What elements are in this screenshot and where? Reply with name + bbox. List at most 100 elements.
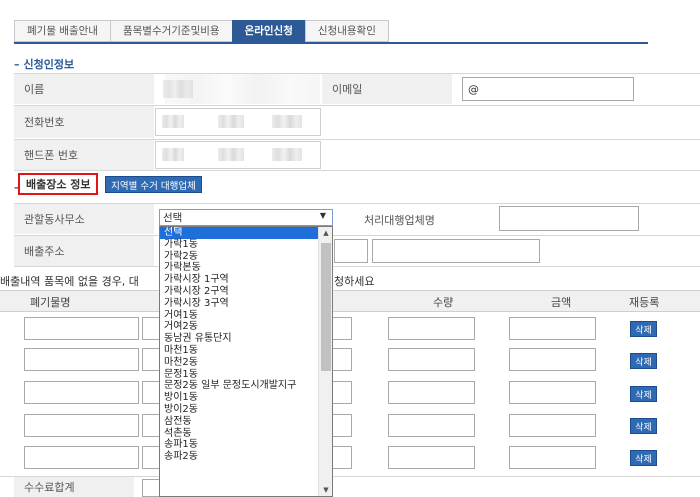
- dropdown-option[interactable]: 가락본동: [160, 262, 332, 274]
- items-notice-right: 청하세요: [334, 275, 375, 288]
- dropdown-option[interactable]: 문정2동 일부 문정도시개발지구: [160, 380, 332, 392]
- dropdown-option[interactable]: 마천1동: [160, 345, 332, 357]
- col-quantity: 수량: [433, 296, 454, 309]
- office-select-value: 선택: [163, 212, 183, 224]
- quantity-field[interactable]: [388, 446, 475, 469]
- email-label: 이메일: [332, 83, 363, 96]
- dropdown-option[interactable]: 석촌동: [160, 428, 332, 440]
- dropdown-option[interactable]: 송파2동: [160, 451, 332, 463]
- phone-redacted-1: [162, 115, 184, 128]
- waste-name-field[interactable]: [24, 317, 139, 340]
- office-dropdown-list[interactable]: 선택 가락1동 가락2동 가락본동 가락시장 1구역 가락시장 2구역 가락시장 3구역 거여…: [159, 226, 333, 497]
- address-field[interactable]: [372, 239, 540, 263]
- col-reregister: 재등록: [629, 296, 660, 309]
- address-label-cell: 배출주소: [14, 236, 154, 266]
- amount-field[interactable]: [509, 381, 596, 404]
- tab-underline: [14, 42, 648, 44]
- address-label: 배출주소: [24, 245, 65, 258]
- email-at-sign: @: [468, 82, 479, 96]
- mobile-label-cell: 핸드폰 번호: [14, 140, 154, 170]
- item-field[interactable]: [330, 414, 352, 437]
- tab-check-application[interactable]: 신청내용확인: [304, 20, 389, 42]
- tab-bar: 폐기물 배출안내 품목별수거기준및비용 온라인신청 신청내용확인: [14, 20, 389, 42]
- location-section-label: 배출장소 정보: [26, 178, 91, 191]
- waste-name-field[interactable]: [24, 348, 139, 371]
- delete-button[interactable]: 삭제: [630, 353, 657, 369]
- quantity-field[interactable]: [388, 381, 475, 404]
- scroll-up-icon[interactable]: ▲: [319, 229, 332, 237]
- amount-field[interactable]: [509, 446, 596, 469]
- applicant-section-title: – 신청인정보: [14, 58, 75, 71]
- phone-label: 전화번호: [24, 116, 65, 129]
- col-amount: 금액: [551, 296, 572, 309]
- office-label: 관할동사무소: [24, 213, 85, 226]
- mobile-redacted-3: [272, 148, 302, 161]
- dropdown-option[interactable]: 방이2동: [160, 404, 332, 416]
- items-notice-left: 배출내역 품목에 없을 경우, 대: [0, 275, 139, 288]
- email-label-cell: 이메일: [322, 74, 452, 104]
- dropdown-option[interactable]: 삼전동: [160, 416, 332, 428]
- tab-disposal-guide[interactable]: 폐기물 배출안내: [14, 20, 110, 42]
- delete-button[interactable]: 삭제: [630, 418, 657, 434]
- item-field[interactable]: [330, 381, 352, 404]
- name-label-cell: 이름: [14, 74, 154, 104]
- dropdown-option[interactable]: 가락시장 2구역: [160, 286, 332, 298]
- quantity-field[interactable]: [388, 348, 475, 371]
- dropdown-option[interactable]: 가락2동: [160, 251, 332, 263]
- item-field[interactable]: [330, 317, 352, 340]
- mobile-redacted-2: [218, 148, 244, 161]
- location-section-title: 배출장소 정보: [18, 173, 98, 195]
- items-header-row: [0, 290, 700, 312]
- item-field[interactable]: [330, 446, 352, 469]
- amount-field[interactable]: [509, 414, 596, 437]
- zipcode-field[interactable]: [334, 239, 368, 263]
- chevron-down-icon: ▼: [319, 211, 326, 220]
- scrollbar-thumb[interactable]: [321, 243, 331, 371]
- waste-name-field[interactable]: [24, 446, 139, 469]
- amount-field[interactable]: [509, 317, 596, 340]
- phone-redacted-3: [272, 115, 302, 128]
- delete-button[interactable]: 삭제: [630, 386, 657, 402]
- delete-button[interactable]: 삭제: [630, 450, 657, 466]
- dropdown-option[interactable]: 문정1동: [160, 369, 332, 381]
- dropdown-option[interactable]: 가락시장 1구역: [160, 274, 332, 286]
- item-field[interactable]: [330, 348, 352, 371]
- mobile-redacted-1: [162, 148, 184, 161]
- amount-field[interactable]: [509, 348, 596, 371]
- dropdown-option[interactable]: 선택: [160, 227, 332, 239]
- dropdown-option[interactable]: 가락시장 3구역: [160, 298, 332, 310]
- dropdown-option[interactable]: 방이1동: [160, 392, 332, 404]
- delete-button[interactable]: 삭제: [630, 321, 657, 337]
- dropdown-scrollbar[interactable]: ▲ ▼: [318, 227, 332, 496]
- dropdown-option[interactable]: 거여2동: [160, 321, 332, 333]
- divider: [14, 266, 700, 267]
- applicant-section-label: 신청인정보: [23, 58, 75, 71]
- contractor-field[interactable]: [499, 206, 639, 231]
- waste-name-field[interactable]: [24, 414, 139, 437]
- fee-total-label-cell: 수수료합계: [14, 477, 134, 497]
- tab-collection-cost[interactable]: 품목별수거기준및비용: [109, 20, 232, 42]
- dropdown-option[interactable]: 거여1동: [160, 310, 332, 322]
- name-label: 이름: [24, 83, 45, 96]
- col-waste-name: 폐기물명: [30, 296, 71, 309]
- waste-name-field[interactable]: [24, 381, 139, 404]
- phone-redacted-2: [218, 115, 244, 128]
- dropdown-option[interactable]: 동남권 유통단지: [160, 333, 332, 345]
- name-blur-area: [165, 74, 320, 104]
- divider: [14, 170, 700, 171]
- dropdown-option[interactable]: 가락1동: [160, 239, 332, 251]
- quantity-field[interactable]: [388, 414, 475, 437]
- fee-total-label: 수수료합계: [24, 481, 75, 494]
- tab-online-application[interactable]: 온라인신청: [231, 20, 305, 42]
- mobile-label: 핸드폰 번호: [24, 149, 79, 162]
- email-field[interactable]: @: [462, 77, 634, 101]
- office-select[interactable]: 선택 ▼: [159, 209, 333, 226]
- dropdown-option[interactable]: 마천2동: [160, 357, 332, 369]
- dropdown-option[interactable]: 송파1동: [160, 439, 332, 451]
- dropdown-options: 선택 가락1동 가락2동 가락본동 가락시장 1구역 가락시장 2구역 가락시장 3구역 거여…: [160, 227, 332, 463]
- quantity-field[interactable]: [388, 317, 475, 340]
- office-label-cell: 관할동사무소: [14, 204, 154, 234]
- scroll-down-icon[interactable]: ▼: [319, 486, 332, 494]
- contractor-label: 처리대행업체명: [364, 214, 435, 227]
- regional-agency-button[interactable]: 지역별 수거 대행업체: [105, 176, 202, 193]
